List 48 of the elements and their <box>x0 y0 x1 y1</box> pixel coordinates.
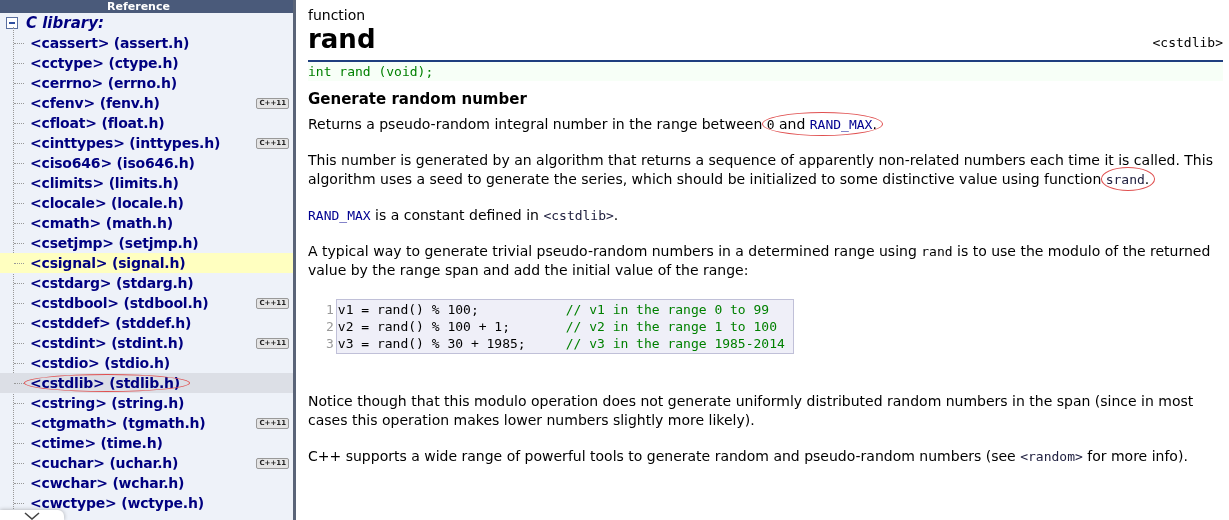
code-comment: // v2 in the range 1 to 100 <box>565 318 778 335</box>
code-line: v2 = rand() % 100 + 1; <box>337 318 511 335</box>
link[interactable]: RAND_MAX <box>308 208 371 223</box>
tree-item[interactable]: <cstdlib> (stdlib.h) <box>0 373 293 393</box>
collapse-icon[interactable] <box>6 17 18 29</box>
tree-item[interactable]: <ctime> (time.h) <box>0 433 293 453</box>
paragraph: A typical way to generate trivial pseudo-random numbers in a determined range using rand is to use the modulo of the returned value by the range span and add the initial value of the range: <box>308 242 1212 280</box>
tree-item[interactable]: <cfloat> (float.h) <box>0 113 293 133</box>
paragraph: C++ supports a wide range of powerful tools to generate random and pseudo-random numbers (see <random> for more info). <box>308 447 1189 466</box>
entity-kind: function <box>308 6 367 24</box>
tree-item[interactable]: <csetjmp> (setjmp.h) <box>0 233 293 253</box>
page-title: rand <box>308 24 376 54</box>
tree-section-label[interactable]: C library: <box>26 11 104 35</box>
collapse-button[interactable] <box>0 510 64 520</box>
tree-item[interactable]: <clocale> (locale.h) <box>0 193 293 213</box>
sidebar-header: Reference <box>0 0 293 13</box>
paragraph: Returns a pseudo-random integral number in the range between 0 and RAND_MAX. <box>308 115 1223 134</box>
tree-item[interactable]: <cstddef> (stddef.h) <box>0 313 293 333</box>
code-line: v3 = rand() % 30 + 1985; <box>337 335 526 352</box>
function-prototype: int rand (void); <box>308 60 1223 81</box>
paragraph: Notice though that this modulo operation does not generate uniformly distributed random numbers in the span (since in most cases this operation makes lower numbers slightly more likely). <box>308 392 1195 430</box>
line-number: 2 <box>326 318 334 335</box>
line-number: 1 <box>326 301 334 318</box>
link[interactable]: <cstdlib> <box>543 208 614 223</box>
tree-item[interactable]: <cctype> (ctype.h) <box>0 53 293 73</box>
tree-item[interactable]: <ciso646> (iso646.h) <box>0 153 293 173</box>
paragraph: This number is generated by an algorithm that returns a sequence of apparently non-related numbers each time it is called. This algorithm uses a seed to generate the series, which should be initialized to some distinctive value using function srand. <box>308 151 1223 189</box>
paragraph: RAND_MAX is a constant defined in <cstdlib>. <box>308 206 620 225</box>
tree-item[interactable]: <cstring> (string.h) <box>0 393 293 413</box>
code-comment: // v1 in the range 0 to 99 <box>565 301 771 318</box>
link[interactable]: srand <box>1105 172 1145 187</box>
line-number: 3 <box>326 335 334 352</box>
tree-item[interactable]: <cerrno> (errno.h) <box>0 73 293 93</box>
code-line: v1 = rand() % 100; <box>337 301 480 318</box>
header-link[interactable]: <cstdlib> <box>1152 32 1223 52</box>
tree-item[interactable]: <csignal> (signal.h) <box>0 253 293 273</box>
tree-item[interactable]: <cstdarg> (stdarg.h) <box>0 273 293 293</box>
tree-item[interactable]: <cwchar> (wchar.h) <box>0 473 293 493</box>
tree-item[interactable]: <cassert> (assert.h) <box>0 33 293 53</box>
tree-item[interactable]: <cmath> (math.h) <box>0 213 293 233</box>
tree-item[interactable]: <climits> (limits.h) <box>0 173 293 193</box>
section-heading: Generate random number <box>308 89 528 109</box>
tree-item[interactable]: <cwctype> (wctype.h) <box>0 493 293 513</box>
tree-item[interactable]: <cstdio> (stdio.h) <box>0 353 293 373</box>
code-comment: // v3 in the range 1985-2014 <box>565 335 785 352</box>
link[interactable]: <random> <box>1020 449 1083 464</box>
link[interactable]: RAND_MAX <box>809 117 873 132</box>
chevron-down-icon <box>24 512 40 520</box>
